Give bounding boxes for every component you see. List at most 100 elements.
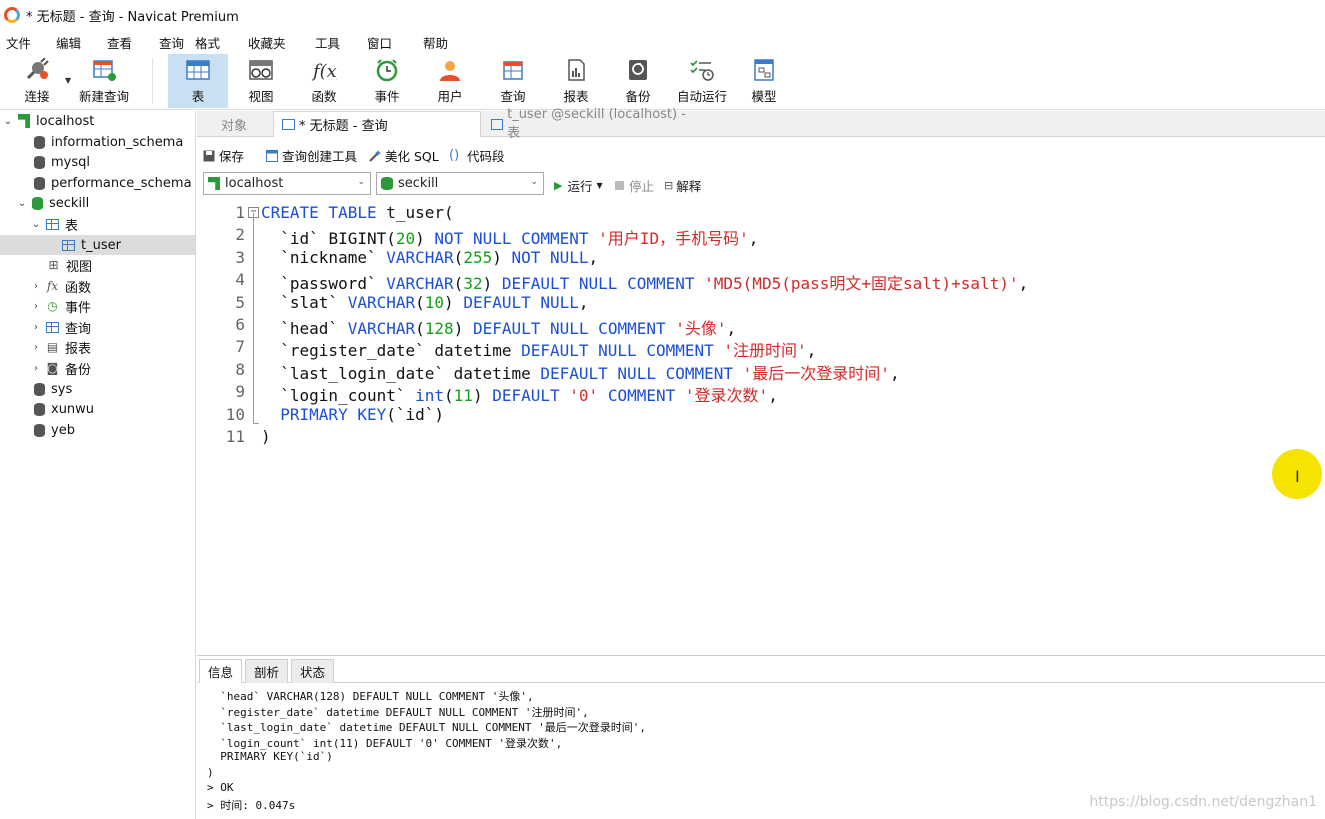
chevron-right-icon[interactable]: › bbox=[30, 342, 42, 353]
tab-info[interactable]: 信息 bbox=[199, 659, 243, 683]
automation-button[interactable]: 自动运行 bbox=[671, 54, 733, 108]
query-button[interactable]: 查询 bbox=[483, 54, 543, 108]
run-dropdown-icon[interactable]: ▼ bbox=[596, 181, 602, 190]
code-token: BIGINT bbox=[328, 229, 387, 249]
report-icon: ▤ bbox=[46, 339, 59, 354]
tab-objects[interactable]: 对象 bbox=[197, 111, 271, 137]
code-token: `slat` bbox=[261, 292, 348, 312]
line-number: 9 bbox=[235, 382, 245, 402]
tab-status[interactable]: 状态 bbox=[291, 659, 335, 683]
navicat-logo-icon bbox=[4, 7, 20, 23]
code-line: ) bbox=[261, 427, 271, 446]
backup-icon: ◙ bbox=[46, 360, 59, 375]
line-number: 1 bbox=[235, 203, 245, 222]
report-button[interactable]: 报表 bbox=[546, 54, 606, 108]
menu-edit[interactable]: 编辑 bbox=[56, 33, 81, 52]
tree-views-folder[interactable]: ⊞ 视图 bbox=[47, 255, 92, 275]
code-token: VARCHAR bbox=[347, 319, 416, 338]
tree-db-yeb[interactable]: yeb bbox=[34, 420, 75, 440]
chevron-right-icon[interactable]: › bbox=[30, 322, 42, 333]
code-token: VARCHAR bbox=[347, 292, 416, 312]
beautify-sql-button[interactable]: 美化 SQL bbox=[369, 146, 439, 165]
chevron-right-icon[interactable]: › bbox=[30, 281, 42, 292]
plug-icon bbox=[26, 58, 49, 80]
tree-db-information-schema[interactable]: information_schema bbox=[34, 132, 183, 152]
chevron-down-icon[interactable]: ⌄ bbox=[30, 219, 42, 230]
run-button[interactable]: ▶ 运行 ▼ bbox=[554, 176, 603, 195]
menu-favorites[interactable]: 收藏夹 bbox=[248, 33, 286, 52]
tree-queries-folder[interactable]: › 查询 bbox=[30, 317, 91, 337]
code-token: 11 bbox=[453, 386, 473, 406]
function-button[interactable]: f(x) 函数 bbox=[294, 54, 354, 108]
code-token: ) bbox=[472, 386, 493, 406]
main-toolbar: 连接 ▼ 新建查询 表 视图 f(x) 函数 事件 用户 查询 报表 备份 自动… bbox=[0, 52, 1325, 110]
sql-editor[interactable]: 1 2 3 4 5 6 7 8 9 10 11 − CREATE TABLE t_user( `id… bbox=[197, 201, 1325, 653]
code-token: , bbox=[889, 363, 900, 383]
tree-db-performance-schema[interactable]: performance_schema bbox=[34, 173, 192, 193]
menu-help[interactable]: 帮助 bbox=[423, 33, 448, 52]
query-icon bbox=[282, 119, 295, 130]
code-token: (`id`) bbox=[386, 404, 445, 424]
table-icon bbox=[491, 118, 504, 130]
code-token: 128 bbox=[424, 319, 454, 338]
tree-db-mysql[interactable]: mysql bbox=[34, 152, 90, 172]
menu-query[interactable]: 查询 bbox=[159, 33, 184, 52]
tab-table-t-user[interactable]: t_user @seckill (localhost) - 表 bbox=[483, 107, 695, 141]
user-button[interactable]: 用户 bbox=[420, 54, 480, 108]
menu-tools[interactable]: 工具 bbox=[315, 33, 340, 52]
view-button[interactable]: 视图 bbox=[231, 54, 291, 108]
tab-profile[interactable]: 剖析 bbox=[245, 659, 289, 683]
line-number: 10 bbox=[225, 404, 245, 424]
line-number: 5 bbox=[235, 292, 245, 312]
code-token: t_user( bbox=[376, 203, 454, 222]
menu-format[interactable]: 格式 bbox=[195, 33, 220, 52]
tree-functions-folder[interactable]: › fx 函数 bbox=[30, 276, 91, 296]
code-token: `nickname` bbox=[261, 247, 387, 267]
code-token: NOT NULL bbox=[511, 247, 589, 267]
query-builder-icon bbox=[266, 149, 278, 162]
code-token: '用户ID，手机号码' bbox=[598, 229, 749, 249]
chevron-right-icon[interactable]: › bbox=[30, 363, 42, 374]
code-snippet-button[interactable]: () 代码段 bbox=[449, 146, 505, 165]
line-number: 7 bbox=[235, 337, 245, 357]
tree-backups-folder[interactable]: › ◙ 备份 bbox=[30, 358, 91, 378]
tree-tables-folder[interactable]: ⌄ 表 bbox=[30, 214, 78, 234]
query-builder-button[interactable]: 查询创建工具 bbox=[266, 146, 357, 165]
tree-db-seckill[interactable]: ⌄ seckill bbox=[16, 193, 90, 213]
connect-dropdown-icon[interactable]: ▼ bbox=[65, 76, 71, 85]
model-button[interactable]: 模型 bbox=[734, 54, 794, 108]
new-query-button[interactable]: 新建查询 bbox=[74, 54, 134, 108]
menu-view[interactable]: 查看 bbox=[107, 33, 132, 52]
chevron-right-icon[interactable]: › bbox=[30, 301, 42, 312]
chevron-down-icon[interactable]: ⌄ bbox=[16, 198, 28, 209]
database-select[interactable]: seckill ⌄ bbox=[376, 172, 544, 195]
tree-server-localhost[interactable]: ⌄ localhost bbox=[2, 111, 95, 131]
tree-table-t-user[interactable]: t_user bbox=[0, 235, 195, 255]
tab-query[interactable]: * 无标题 - 查询 bbox=[273, 111, 481, 137]
connection-select[interactable]: localhost ⌄ bbox=[203, 172, 371, 195]
table-button[interactable]: 表 bbox=[168, 54, 228, 108]
tree-db-sys[interactable]: sys bbox=[34, 379, 72, 399]
code-token: `register_date` datetime bbox=[261, 341, 522, 361]
tree-reports-folder[interactable]: › ▤ 报表 bbox=[30, 337, 91, 357]
save-button[interactable]: 保存 bbox=[203, 146, 244, 165]
tree-events-folder[interactable]: › ◷ 事件 bbox=[30, 296, 91, 316]
event-button[interactable]: 事件 bbox=[357, 54, 417, 108]
report-icon bbox=[568, 59, 585, 81]
code-token: , bbox=[726, 319, 737, 338]
tree-db-xunwu[interactable]: xunwu bbox=[34, 399, 94, 419]
menu-window[interactable]: 窗口 bbox=[367, 33, 392, 52]
stop-button[interactable]: 停止 bbox=[615, 176, 654, 195]
chevron-down-icon[interactable]: ⌄ bbox=[2, 116, 14, 127]
menu-file[interactable]: 文件 bbox=[6, 33, 31, 52]
code-token: '注册时间' bbox=[723, 341, 807, 361]
explain-button[interactable]: ⊟ 解释 bbox=[664, 176, 701, 195]
code-line: `slat` VARCHAR(10) DEFAULT NULL, bbox=[261, 292, 588, 312]
backup-button[interactable]: 备份 bbox=[608, 54, 668, 108]
connect-button[interactable]: 连接 bbox=[7, 54, 67, 108]
code-token: 255 bbox=[463, 247, 493, 267]
message-line: `last_login_date` datetime DEFAULT NULL … bbox=[207, 721, 646, 734]
